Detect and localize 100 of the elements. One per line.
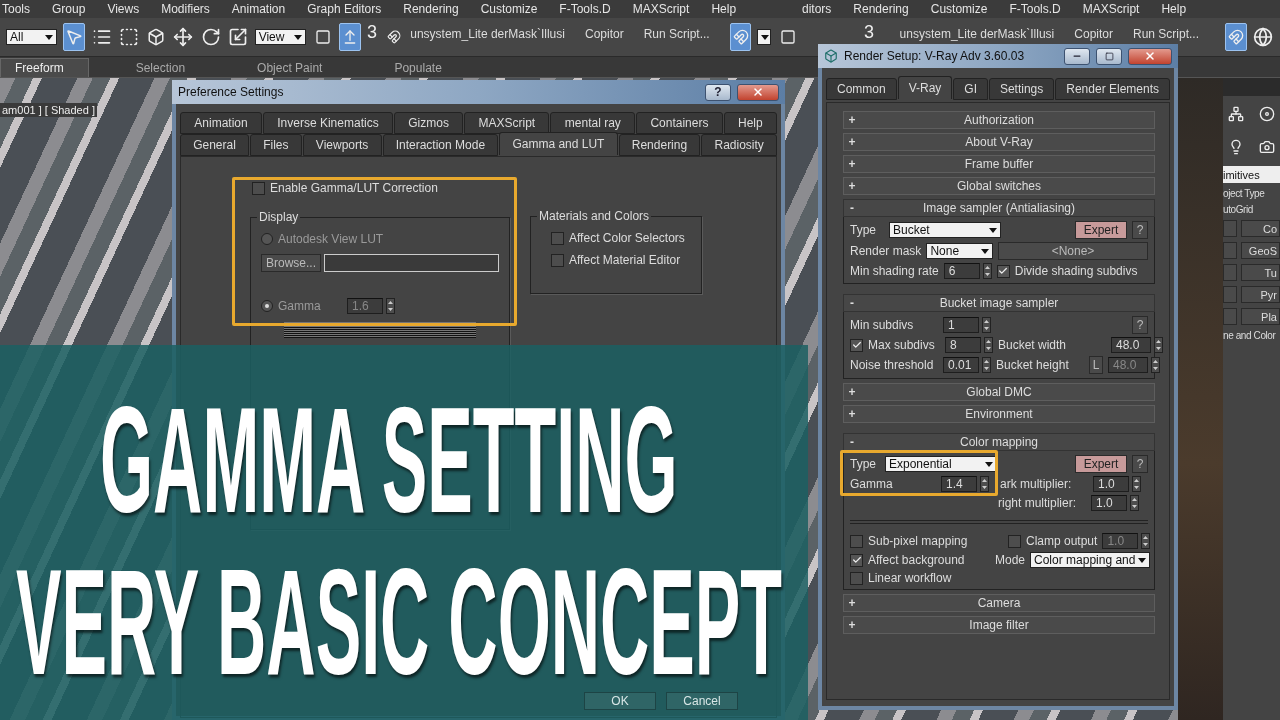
spinner-arrows-icon[interactable] xyxy=(386,298,395,314)
checkbox[interactable] xyxy=(1008,534,1021,548)
menu-item[interactable]: MAXScript xyxy=(632,2,690,16)
rollout-header[interactable]: + Frame buffer xyxy=(843,155,1155,173)
tab[interactable]: MAXScript xyxy=(464,112,550,134)
dialog-button[interactable]: OK xyxy=(584,692,656,710)
tab[interactable]: Radiosity xyxy=(701,134,777,156)
spinner-arrows-icon[interactable] xyxy=(982,263,992,279)
minimize-button[interactable] xyxy=(1064,47,1090,65)
browse-button[interactable]: Browse... xyxy=(261,254,321,272)
tab[interactable]: Gamma and LUT xyxy=(499,132,618,155)
close-button[interactable] xyxy=(737,83,779,101)
dropdown[interactable]: All xyxy=(6,29,58,45)
rollout-header[interactable]: + Global DMC xyxy=(843,383,1155,401)
dropdown[interactable]: Exponential xyxy=(885,456,997,472)
snap-toggle[interactable]: 3 xyxy=(863,21,874,43)
snap-toggle[interactable]: 3 xyxy=(366,21,377,43)
script-button[interactable]: Run Script... xyxy=(643,27,710,41)
number-field[interactable]: 1.0 xyxy=(1091,495,1127,511)
expert-button[interactable]: Expert xyxy=(1075,221,1127,239)
number-field[interactable]: 1.0 xyxy=(1093,476,1129,492)
radio-button[interactable] xyxy=(261,300,273,312)
rollout-header[interactable]: + Global switches xyxy=(843,177,1155,195)
help-button[interactable]: ? xyxy=(1132,221,1148,239)
tab[interactable]: Gizmos xyxy=(393,112,464,134)
checkbox[interactable] xyxy=(996,264,1010,278)
help-button[interactable]: ? xyxy=(1132,316,1148,334)
menu-item[interactable]: Customize xyxy=(930,2,988,16)
help-button[interactable]: ? xyxy=(705,83,731,101)
checkbox[interactable] xyxy=(850,534,863,548)
ribbon-tab[interactable]: Freeform xyxy=(0,58,89,77)
tab[interactable]: Inverse Kinematics xyxy=(262,112,393,134)
spinner-arrows-icon[interactable] xyxy=(982,317,991,333)
tab[interactable]: V-Ray xyxy=(897,76,953,99)
number-field[interactable]: 6 xyxy=(943,263,980,279)
menu-item[interactable]: Group xyxy=(52,2,86,16)
menu-item[interactable]: Help xyxy=(1161,2,1187,16)
tab[interactable]: Rendering xyxy=(618,134,701,156)
rollout-header[interactable]: + Authorization xyxy=(843,111,1155,129)
tab[interactable]: GI xyxy=(953,78,988,100)
dialog-button[interactable]: Cancel xyxy=(666,692,738,710)
spinner-arrows-icon[interactable] xyxy=(1130,495,1139,511)
menu-item[interactable]: Animation xyxy=(231,2,286,16)
script-button[interactable]: unsystem_Lite derMask`Illusi xyxy=(410,27,565,41)
script-button[interactable]: Run Script... xyxy=(1133,27,1199,41)
object-type-button[interactable]: Co xyxy=(1240,220,1280,237)
menu-item[interactable]: Rendering xyxy=(403,2,459,16)
spinner-arrows-icon[interactable] xyxy=(1154,337,1163,353)
tab[interactable]: Files xyxy=(250,134,302,156)
spinner-arrows-icon[interactable] xyxy=(1132,476,1141,492)
number-field[interactable]: 8 xyxy=(945,337,981,353)
tab[interactable]: mental ray xyxy=(550,112,636,134)
dropdown[interactable]: None xyxy=(926,243,993,259)
tab[interactable]: Help xyxy=(723,112,777,134)
tab[interactable]: Interaction Mode xyxy=(382,134,499,156)
checkbox[interactable] xyxy=(850,338,863,352)
script-button[interactable]: Copitor xyxy=(1074,27,1113,41)
script-button[interactable]: Copitor xyxy=(584,27,624,41)
tab[interactable]: Viewports xyxy=(302,134,382,156)
menu-item[interactable]: Rendering xyxy=(853,2,909,16)
spinner-arrows-icon[interactable] xyxy=(1151,357,1160,373)
menu-item[interactable]: F-Tools.D xyxy=(1009,2,1061,16)
spinner-arrows-icon[interactable] xyxy=(984,337,993,353)
menu-item[interactable]: Customize xyxy=(480,2,538,16)
mask-object-button[interactable]: <None> xyxy=(998,242,1148,260)
menu-item[interactable]: F-Tools.D xyxy=(559,2,611,16)
checkbox[interactable] xyxy=(551,253,564,267)
spinner-arrows-icon[interactable] xyxy=(980,476,989,492)
menu-item[interactable]: Modifiers xyxy=(161,2,210,16)
tab[interactable]: Common xyxy=(826,78,897,100)
checkbox[interactable] xyxy=(850,571,863,585)
rollout-header[interactable]: + About V-Ray xyxy=(843,133,1155,151)
number-field[interactable]: 48.0 xyxy=(1111,337,1151,353)
menu-item[interactable]: ditors xyxy=(802,2,832,16)
spinner-arrows-icon[interactable] xyxy=(982,357,991,373)
object-type-button[interactable]: Pla xyxy=(1240,308,1280,325)
expert-button[interactable]: Expert xyxy=(1075,455,1127,473)
number-field[interactable]: 0.01 xyxy=(943,357,979,373)
menu-item[interactable]: Help xyxy=(711,2,737,16)
rollout-header[interactable]: + Camera xyxy=(843,594,1155,612)
menu-item[interactable]: Graph Editors xyxy=(307,2,382,16)
checkbox[interactable] xyxy=(551,231,564,245)
ribbon-tab[interactable]: Selection xyxy=(120,58,211,77)
select-object-icon[interactable] xyxy=(63,23,86,51)
object-type-button[interactable]: Tu xyxy=(1240,264,1280,281)
menu-item[interactable]: MAXScript xyxy=(1082,2,1140,16)
script-button[interactable]: unsystem_Lite derMask`Illusi xyxy=(899,27,1055,41)
number-field[interactable]: 1.4 xyxy=(941,476,977,492)
tab[interactable]: Settings xyxy=(988,78,1055,100)
maximize-button[interactable] xyxy=(1096,47,1122,65)
rollout-header[interactable]: - Bucket image sampler xyxy=(843,294,1155,312)
rollout-header[interactable]: + Environment xyxy=(843,405,1155,423)
radio-button[interactable] xyxy=(261,233,273,245)
dropdown[interactable]: Color mapping and xyxy=(1030,552,1151,568)
number-field[interactable]: 1 xyxy=(943,317,979,333)
ribbon-tab[interactable]: Populate xyxy=(379,58,467,77)
menu-item[interactable]: Views xyxy=(107,2,140,16)
tab[interactable]: General xyxy=(180,134,250,156)
rollout-header[interactable]: - Image sampler (Antialiasing) xyxy=(843,199,1155,217)
dropdown[interactable]: View xyxy=(254,29,306,45)
